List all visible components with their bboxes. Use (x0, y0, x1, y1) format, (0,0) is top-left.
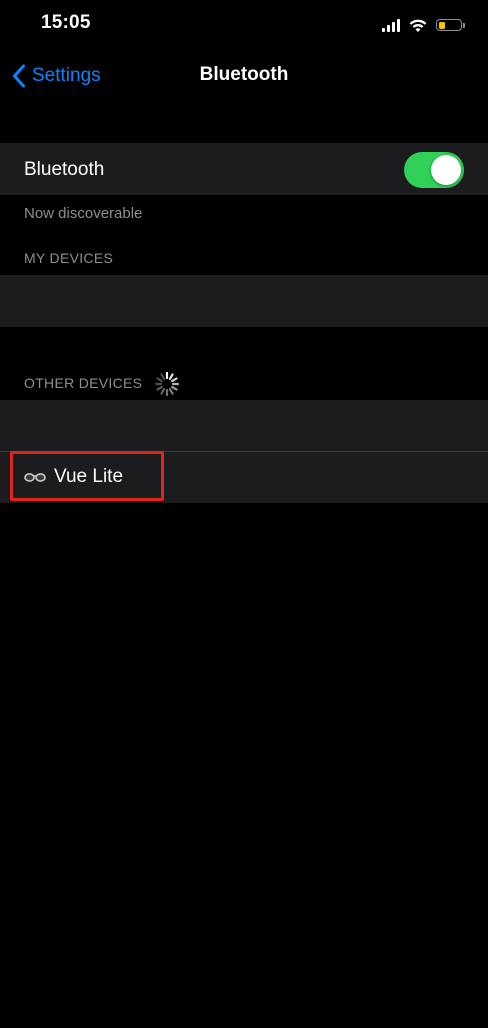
bluetooth-label: Bluetooth (24, 159, 105, 180)
wifi-icon (409, 19, 427, 32)
my-devices-header: MY DEVICES (24, 250, 114, 266)
highlight-annotation (10, 451, 164, 501)
status-icons (382, 15, 465, 35)
status-bar: 15:05 (0, 0, 488, 50)
other-devices-empty-row (0, 400, 488, 451)
my-devices-list (0, 275, 488, 327)
other-devices-header: OTHER DEVICES (24, 375, 143, 391)
discoverable-status: Now discoverable (24, 205, 143, 222)
battery-level (438, 21, 445, 29)
page-title: Bluetooth (199, 64, 289, 85)
bluetooth-toggle-row: Bluetooth (0, 143, 488, 195)
spinner-icon (154, 371, 180, 397)
bluetooth-toggle[interactable] (404, 152, 464, 188)
battery-icon (436, 19, 465, 31)
navigation-bar: Settings Bluetooth (0, 50, 488, 102)
toggle-knob (431, 155, 461, 185)
status-time: 15:05 (41, 12, 91, 33)
cellular-signal-icon (382, 18, 400, 32)
